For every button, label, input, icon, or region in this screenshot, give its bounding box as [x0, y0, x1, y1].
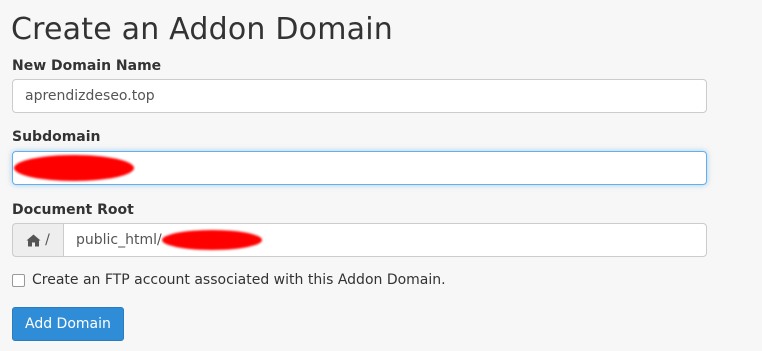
document-root-input[interactable]: public_html/ [63, 223, 707, 257]
ftp-account-checkbox[interactable] [12, 274, 25, 287]
subdomain-label: Subdomain [12, 129, 101, 145]
document-root-label: Document Root [12, 202, 134, 218]
redaction-mark [14, 155, 134, 181]
add-domain-button[interactable]: Add Domain [12, 307, 124, 341]
subdomain-input[interactable] [12, 151, 707, 185]
addon-domain-form-page: Create an Addon Domain New Domain Name a… [0, 0, 762, 351]
new-domain-input[interactable]: aprendizdeseo.top [12, 79, 707, 113]
redaction-mark [162, 230, 262, 250]
home-icon [26, 234, 41, 247]
ftp-account-checkbox-label: Create an FTP account associated with th… [32, 272, 446, 288]
new-domain-label: New Domain Name [12, 58, 162, 74]
document-root-slash: / [45, 232, 50, 248]
document-root-prefix: / [12, 223, 63, 257]
page-title: Create an Addon Domain [11, 12, 393, 47]
document-root-group: / public_html/ [12, 223, 707, 257]
ftp-account-option: Create an FTP account associated with th… [12, 272, 446, 288]
document-root-value: public_html/ [76, 232, 162, 248]
